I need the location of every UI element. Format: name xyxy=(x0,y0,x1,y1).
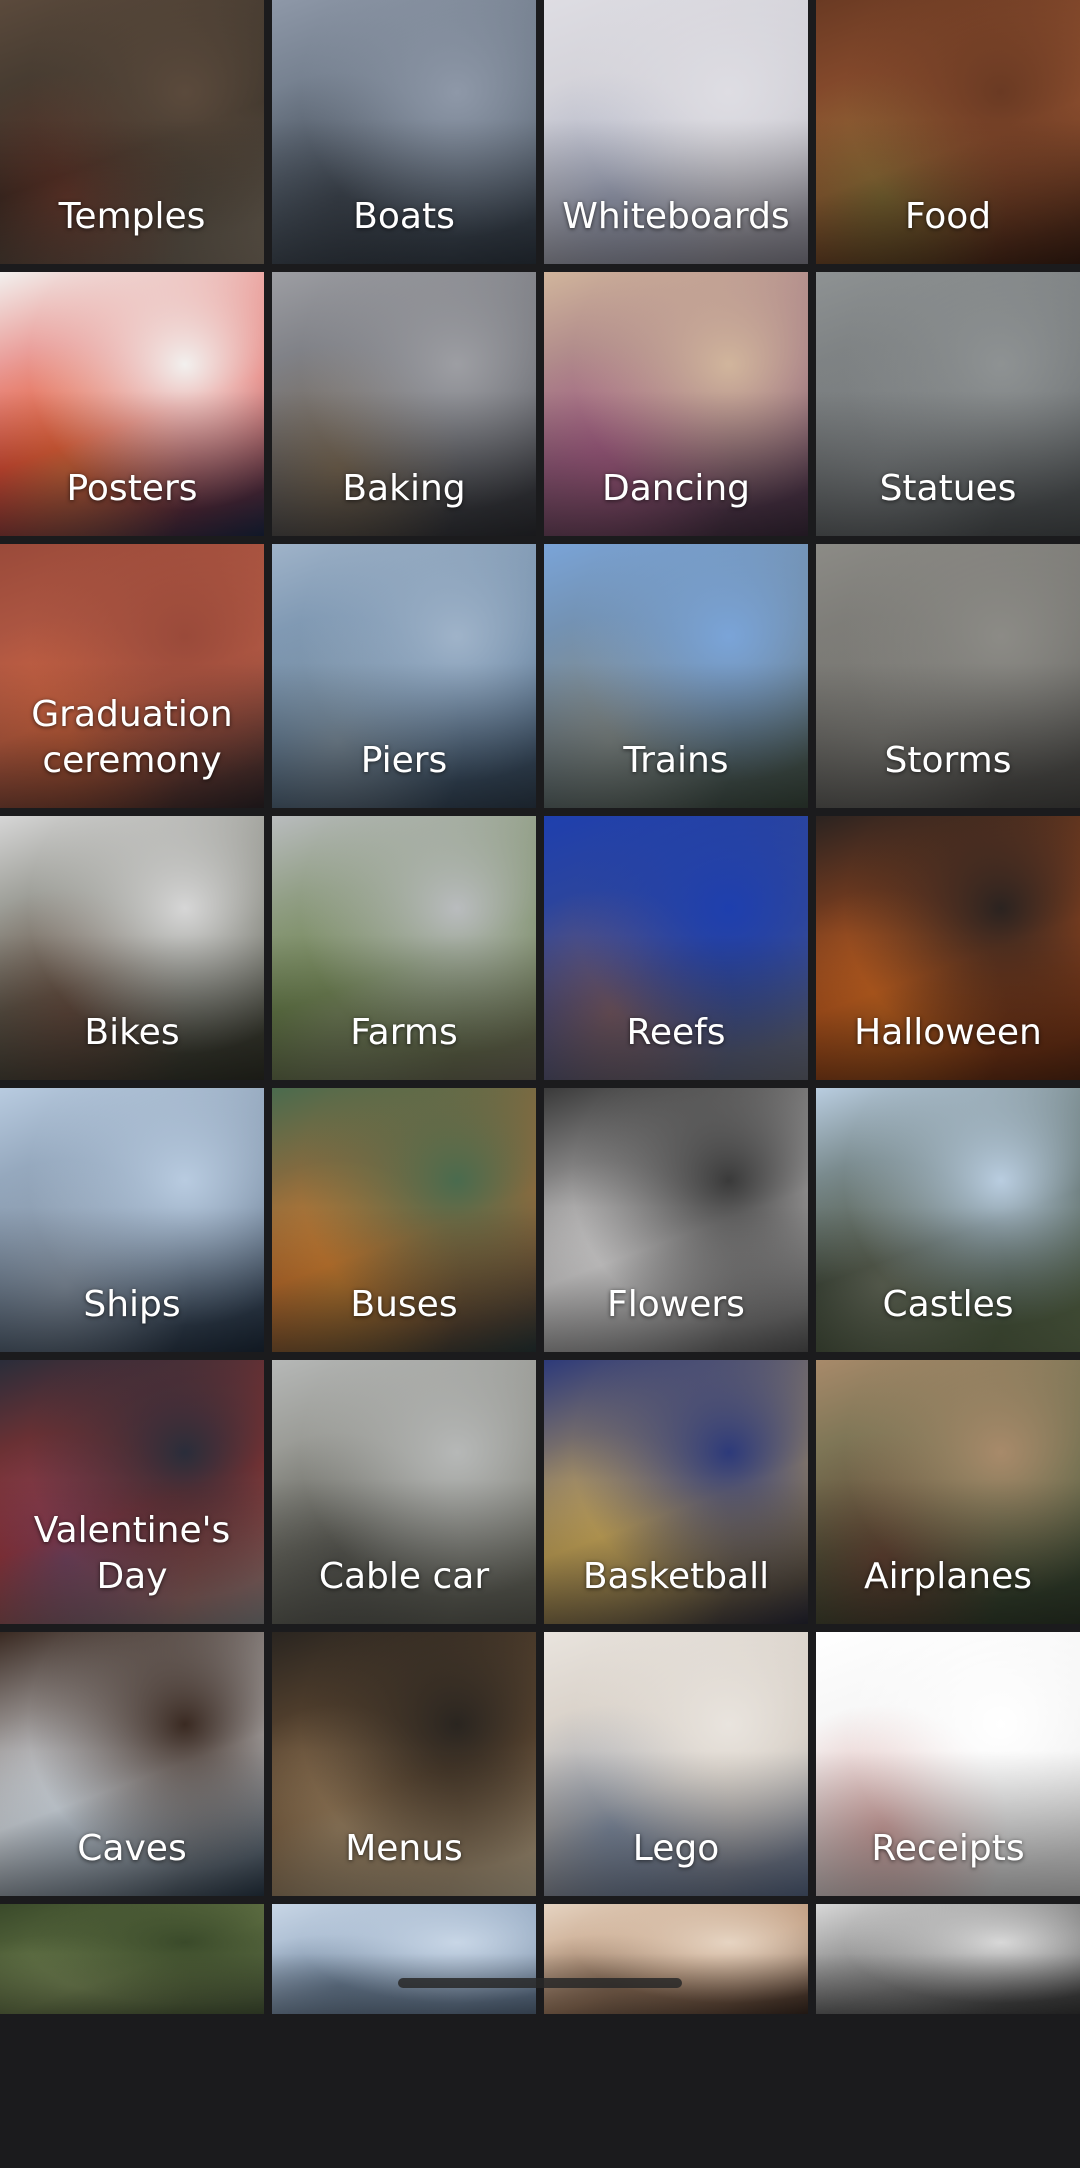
category-label: Lego xyxy=(632,1828,720,1869)
category-label: Airplanes xyxy=(863,1556,1033,1597)
category-tile-food[interactable]: Food xyxy=(816,0,1080,264)
category-tile-buses[interactable]: Buses xyxy=(272,1088,536,1352)
category-label: Menus xyxy=(345,1828,463,1869)
label-scrim xyxy=(0,1904,264,2014)
category-tile-partial-31[interactable] xyxy=(816,1904,1080,2014)
category-label: Ships xyxy=(83,1284,181,1325)
category-label: Dancing xyxy=(601,468,751,509)
category-label: Storms xyxy=(884,740,1012,781)
category-tile-receipts[interactable]: Receipts xyxy=(816,1632,1080,1896)
category-tile-basketball[interactable]: Basketball xyxy=(544,1360,808,1624)
category-tile-partial-29[interactable] xyxy=(272,1904,536,2014)
category-tile-partial-30[interactable] xyxy=(544,1904,808,2014)
category-label: Castles xyxy=(882,1284,1014,1325)
category-label: Temples xyxy=(58,196,206,237)
category-tile-dancing[interactable]: Dancing xyxy=(544,272,808,536)
category-label: Whiteboards xyxy=(562,196,790,237)
category-label: Boats xyxy=(353,196,455,237)
category-label: Valentine's Day xyxy=(33,1510,231,1597)
category-label: Basketball xyxy=(582,1556,770,1597)
category-label: Food xyxy=(904,196,992,237)
category-label: Baking xyxy=(342,468,466,509)
category-tile-cable-car[interactable]: Cable car xyxy=(272,1360,536,1624)
category-label: Statues xyxy=(879,468,1017,509)
category-label: Buses xyxy=(350,1284,458,1325)
category-label: Piers xyxy=(360,740,448,781)
category-tile-temples[interactable]: Temples xyxy=(0,0,264,264)
category-tile-trains[interactable]: Trains xyxy=(544,544,808,808)
category-tile-lego[interactable]: Lego xyxy=(544,1632,808,1896)
category-label: Halloween xyxy=(854,1012,1042,1053)
category-tile-bikes[interactable]: Bikes xyxy=(0,816,264,1080)
category-label: Graduation ceremony xyxy=(31,694,233,781)
category-label: Caves xyxy=(77,1828,187,1869)
category-tile-posters[interactable]: Posters xyxy=(0,272,264,536)
category-label: Cable car xyxy=(318,1556,490,1597)
category-tile-whiteboards[interactable]: Whiteboards xyxy=(544,0,808,264)
category-tile-menus[interactable]: Menus xyxy=(272,1632,536,1896)
category-tile-boats[interactable]: Boats xyxy=(272,0,536,264)
category-label: Flowers xyxy=(607,1284,745,1325)
category-label: Farms xyxy=(350,1012,458,1053)
label-scrim xyxy=(816,1904,1080,2014)
category-tile-baking[interactable]: Baking xyxy=(272,272,536,536)
label-scrim xyxy=(544,1904,808,2014)
home-indicator[interactable] xyxy=(398,1978,682,1988)
category-tile-graduation-ceremony[interactable]: Graduation ceremony xyxy=(0,544,264,808)
category-tile-flowers[interactable]: Flowers xyxy=(544,1088,808,1352)
category-tile-caves[interactable]: Caves xyxy=(0,1632,264,1896)
category-label: Trains xyxy=(623,740,729,781)
category-tile-statues[interactable]: Statues xyxy=(816,272,1080,536)
category-tile-partial-28[interactable] xyxy=(0,1904,264,2014)
category-label: Reefs xyxy=(626,1012,726,1053)
category-tile-airplanes[interactable]: Airplanes xyxy=(816,1360,1080,1624)
category-tile-farms[interactable]: Farms xyxy=(272,816,536,1080)
category-tile-reefs[interactable]: Reefs xyxy=(544,816,808,1080)
category-tile-halloween[interactable]: Halloween xyxy=(816,816,1080,1080)
category-tile-valentine-s-day[interactable]: Valentine's Day xyxy=(0,1360,264,1624)
category-grid: Temples Boats Whiteboards Food Posters Baking… xyxy=(0,0,1080,2168)
category-label: Posters xyxy=(66,468,198,509)
label-scrim xyxy=(272,1904,536,2014)
category-tile-storms[interactable]: Storms xyxy=(816,544,1080,808)
category-label: Receipts xyxy=(871,1828,1025,1869)
category-tile-ships[interactable]: Ships xyxy=(0,1088,264,1352)
category-tile-piers[interactable]: Piers xyxy=(272,544,536,808)
category-tile-castles[interactable]: Castles xyxy=(816,1088,1080,1352)
category-label: Bikes xyxy=(84,1012,180,1053)
